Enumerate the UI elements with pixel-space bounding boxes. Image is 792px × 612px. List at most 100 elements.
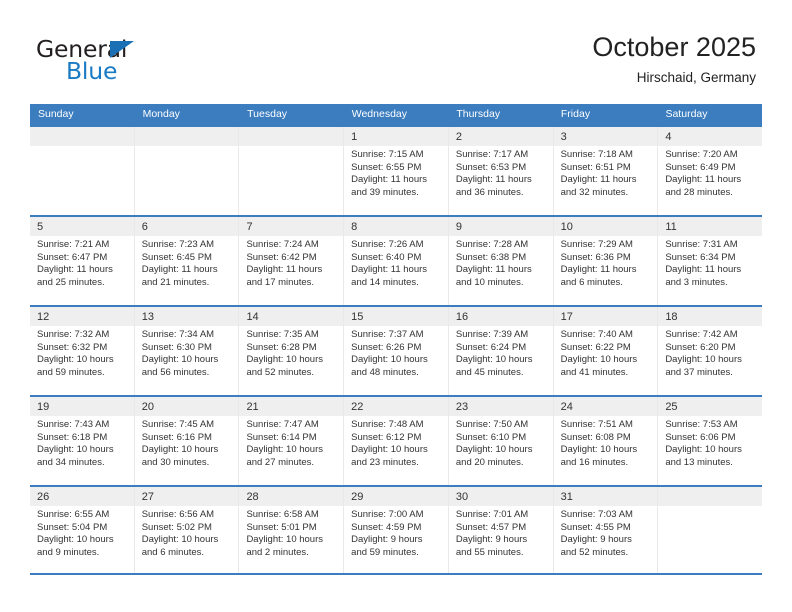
daylight-text-line1: Daylight: 10 hours bbox=[665, 354, 742, 366]
daylight-text-line2: and 34 minutes. bbox=[37, 456, 105, 468]
day-cell[interactable]: 20 Sunrise: 7:45 AM Sunset: 6:16 PM Dayligh… bbox=[134, 397, 240, 485]
day-cell[interactable]: 2 Sunrise: 7:17 AM Sunset: 6:53 PM Daylight… bbox=[448, 127, 554, 215]
sunrise-text: Sunrise: 7:32 AM bbox=[37, 329, 110, 340]
day-cell[interactable]: 18 Sunrise: 7:42 AM Sunset: 6:20 PM Dayligh… bbox=[658, 307, 763, 395]
daylight-text-line1: Daylight: 10 hours bbox=[665, 444, 742, 456]
daylight-text-line2: and 6 minutes. bbox=[560, 276, 623, 288]
daylight-text-line2: and 27 minutes. bbox=[246, 456, 315, 468]
day-cell[interactable]: 17 Sunrise: 7:40 AM Sunset: 6:22 PM Dayligh… bbox=[553, 307, 659, 395]
day-cell[interactable]: 3 Sunrise: 7:18 AM Sunset: 6:51 PM Daylight… bbox=[553, 127, 659, 215]
sunset-text: Sunset: 6:16 PM bbox=[141, 431, 212, 443]
sunrise-text: Sunrise: 7:00 AM bbox=[351, 509, 424, 520]
sunrise-text: Sunrise: 6:55 AM bbox=[37, 509, 110, 520]
sunrise-text: Sunrise: 7:26 AM bbox=[351, 239, 424, 250]
sunset-text: Sunset: 6:22 PM bbox=[560, 341, 631, 353]
sunrise-text: Sunrise: 7:23 AM bbox=[141, 239, 215, 250]
daylight-text-line1: Daylight: 11 hours bbox=[246, 264, 323, 276]
day-cell[interactable]: 16 Sunrise: 7:39 AM Sunset: 6:24 PM Dayligh… bbox=[448, 307, 554, 395]
day-cell[interactable]: 13 Sunrise: 7:34 AM Sunset: 6:30 PM Dayligh… bbox=[134, 307, 240, 395]
day-number: 26 bbox=[37, 491, 50, 503]
daylight-text-line2: and 39 minutes. bbox=[351, 186, 419, 198]
daylight-text-line2: and 25 minutes. bbox=[37, 276, 105, 288]
day-cell[interactable]: 23 Sunrise: 7:50 AM Sunset: 6:10 PM Dayligh… bbox=[448, 397, 554, 485]
day-details: Sunrise: 7:24 AM Sunset: 6:42 PM Daylight:… bbox=[239, 236, 343, 289]
daylight-text-line1: Daylight: 11 hours bbox=[37, 264, 113, 276]
day-number-strip: 5 bbox=[30, 217, 134, 236]
day-cell[interactable]: 19 Sunrise: 7:43 AM Sunset: 6:18 PM Dayligh… bbox=[30, 397, 135, 485]
day-number-strip: 1 bbox=[344, 127, 448, 146]
day-number-strip: 10 bbox=[553, 217, 658, 236]
sunrise-text: Sunrise: 7:47 AM bbox=[246, 419, 319, 430]
title-block: October 2025 Hirschaid, Germany bbox=[592, 30, 756, 88]
day-number-strip: 21 bbox=[239, 397, 344, 416]
sunset-text: Sunset: 6:51 PM bbox=[560, 161, 631, 173]
day-cell[interactable]: 12 Sunrise: 7:32 AM Sunset: 6:32 PM Dayligh… bbox=[30, 307, 135, 395]
day-cell[interactable]: 25 Sunrise: 7:53 AM Sunset: 6:06 PM Dayligh… bbox=[658, 397, 763, 485]
sunset-text: Sunset: 6:26 PM bbox=[351, 341, 422, 353]
day-cell[interactable]: 15 Sunrise: 7:37 AM Sunset: 6:26 PM Dayligh… bbox=[344, 307, 449, 395]
day-details: Sunrise: 7:18 AM Sunset: 6:51 PM Daylight:… bbox=[554, 146, 658, 199]
sunset-text: Sunset: 6:38 PM bbox=[455, 251, 527, 263]
day-details: Sunrise: 7:45 AM Sunset: 6:16 PM Daylight:… bbox=[135, 416, 239, 469]
day-cell[interactable]: 29 Sunrise: 7:00 AM Sunset: 4:59 PM Dayligh… bbox=[344, 487, 449, 573]
day-cell[interactable]: 26 Sunrise: 6:55 AM Sunset: 5:04 PM Dayligh… bbox=[30, 487, 135, 573]
day-cell[interactable]: 1 Sunrise: 7:15 AM Sunset: 6:55 PM Daylight… bbox=[344, 127, 449, 215]
day-number: 13 bbox=[141, 311, 154, 323]
day-cell[interactable]: 7 Sunrise: 7:24 AM Sunset: 6:42 PM Daylight… bbox=[239, 217, 345, 305]
day-cell[interactable]: 30 Sunrise: 7:01 AM Sunset: 4:57 PM Dayligh… bbox=[448, 487, 554, 573]
daylight-text-line1: Daylight: 10 hours bbox=[37, 354, 114, 366]
calendar-week-row: 5 Sunrise: 7:21 AM Sunset: 6:47 PM Daylight… bbox=[30, 215, 763, 305]
day-number-strip: 2 bbox=[448, 127, 553, 146]
day-cell[interactable]: 11 Sunrise: 7:31 AM Sunset: 6:34 PM Dayligh… bbox=[658, 217, 763, 305]
day-number: 3 bbox=[560, 131, 567, 143]
day-cell[interactable]: 24 Sunrise: 7:51 AM Sunset: 6:08 PM Dayligh… bbox=[553, 397, 659, 485]
sunrise-text: Sunrise: 7:53 AM bbox=[665, 419, 738, 430]
daylight-text-line2: and 21 minutes. bbox=[141, 276, 210, 288]
day-cell[interactable]: 31 Sunrise: 7:03 AM Sunset: 4:55 PM Dayligh… bbox=[553, 487, 659, 573]
day-cell[interactable]: 27 Sunrise: 6:56 AM Sunset: 5:02 PM Dayligh… bbox=[134, 487, 240, 573]
day-number-strip: 31 bbox=[553, 487, 658, 506]
day-cell[interactable]: 8 Sunrise: 7:26 AM Sunset: 6:40 PM Daylight… bbox=[344, 217, 449, 305]
day-cell[interactable]: 5 Sunrise: 7:21 AM Sunset: 6:47 PM Daylight… bbox=[30, 217, 135, 305]
sunset-text: Sunset: 6:28 PM bbox=[246, 341, 317, 353]
day-number: 7 bbox=[246, 221, 253, 233]
day-details: Sunrise: 7:31 AM Sunset: 6:34 PM Daylight:… bbox=[658, 236, 762, 289]
sunrise-text: Sunrise: 7:50 AM bbox=[455, 419, 529, 430]
daylight-text-line1: Daylight: 11 hours bbox=[560, 264, 637, 276]
day-number-strip: 23 bbox=[448, 397, 553, 416]
sunrise-text: Sunrise: 7:48 AM bbox=[351, 419, 424, 430]
sunset-text: Sunset: 6:42 PM bbox=[246, 251, 317, 263]
day-details: Sunrise: 7:26 AM Sunset: 6:40 PM Daylight:… bbox=[344, 236, 448, 289]
calendar-week-row: 26 Sunrise: 6:55 AM Sunset: 5:04 PM Dayligh… bbox=[30, 485, 763, 575]
day-cell[interactable]: 22 Sunrise: 7:48 AM Sunset: 6:12 PM Dayligh… bbox=[344, 397, 449, 485]
daylight-text-line1: Daylight: 11 hours bbox=[665, 174, 742, 186]
day-number-strip: 15 bbox=[344, 307, 448, 326]
day-number: 8 bbox=[351, 221, 358, 233]
day-details: Sunrise: 7:40 AM Sunset: 6:22 PM Daylight:… bbox=[554, 326, 658, 379]
daylight-text-line1: Daylight: 10 hours bbox=[560, 444, 638, 456]
day-cell[interactable]: 10 Sunrise: 7:29 AM Sunset: 6:36 PM Dayligh… bbox=[553, 217, 659, 305]
day-number: 27 bbox=[141, 491, 154, 503]
sunrise-text: Sunrise: 7:21 AM bbox=[37, 239, 110, 250]
calendar-weeks: 1 Sunrise: 7:15 AM Sunset: 6:55 PM Daylight… bbox=[30, 125, 763, 575]
day-number-strip: 13 bbox=[134, 307, 239, 326]
sunrise-text: Sunrise: 6:56 AM bbox=[141, 509, 215, 520]
day-cell[interactable]: 6 Sunrise: 7:23 AM Sunset: 6:45 PM Daylight… bbox=[134, 217, 240, 305]
day-cell[interactable]: 9 Sunrise: 7:28 AM Sunset: 6:38 PM Daylight… bbox=[448, 217, 554, 305]
daylight-text-line2: and 3 minutes. bbox=[665, 276, 728, 288]
sunrise-text: Sunrise: 7:24 AM bbox=[246, 239, 319, 250]
day-cell[interactable]: 28 Sunrise: 6:58 AM Sunset: 5:01 PM Dayligh… bbox=[239, 487, 345, 573]
day-details: Sunrise: 7:29 AM Sunset: 6:36 PM Daylight:… bbox=[554, 236, 658, 289]
daylight-text-line2: and 28 minutes. bbox=[665, 186, 733, 198]
day-number-strip: 30 bbox=[448, 487, 553, 506]
day-details: Sunrise: 7:20 AM Sunset: 6:49 PM Daylight:… bbox=[658, 146, 762, 199]
day-cell[interactable]: 4 Sunrise: 7:20 AM Sunset: 6:49 PM Daylight… bbox=[658, 127, 763, 215]
daylight-text-line1: Daylight: 11 hours bbox=[665, 264, 742, 276]
day-cell-empty bbox=[30, 127, 135, 215]
calendar-page: General Blue October 2025 Hirschaid, Ger… bbox=[0, 0, 792, 612]
day-number-strip: 12 bbox=[30, 307, 134, 326]
day-cell[interactable]: 14 Sunrise: 7:35 AM Sunset: 6:28 PM Dayligh… bbox=[239, 307, 345, 395]
daylight-text-line2: and 2 minutes. bbox=[246, 546, 309, 558]
day-cell[interactable]: 21 Sunrise: 7:47 AM Sunset: 6:14 PM Dayligh… bbox=[239, 397, 345, 485]
sunset-text: Sunset: 5:04 PM bbox=[37, 521, 108, 533]
